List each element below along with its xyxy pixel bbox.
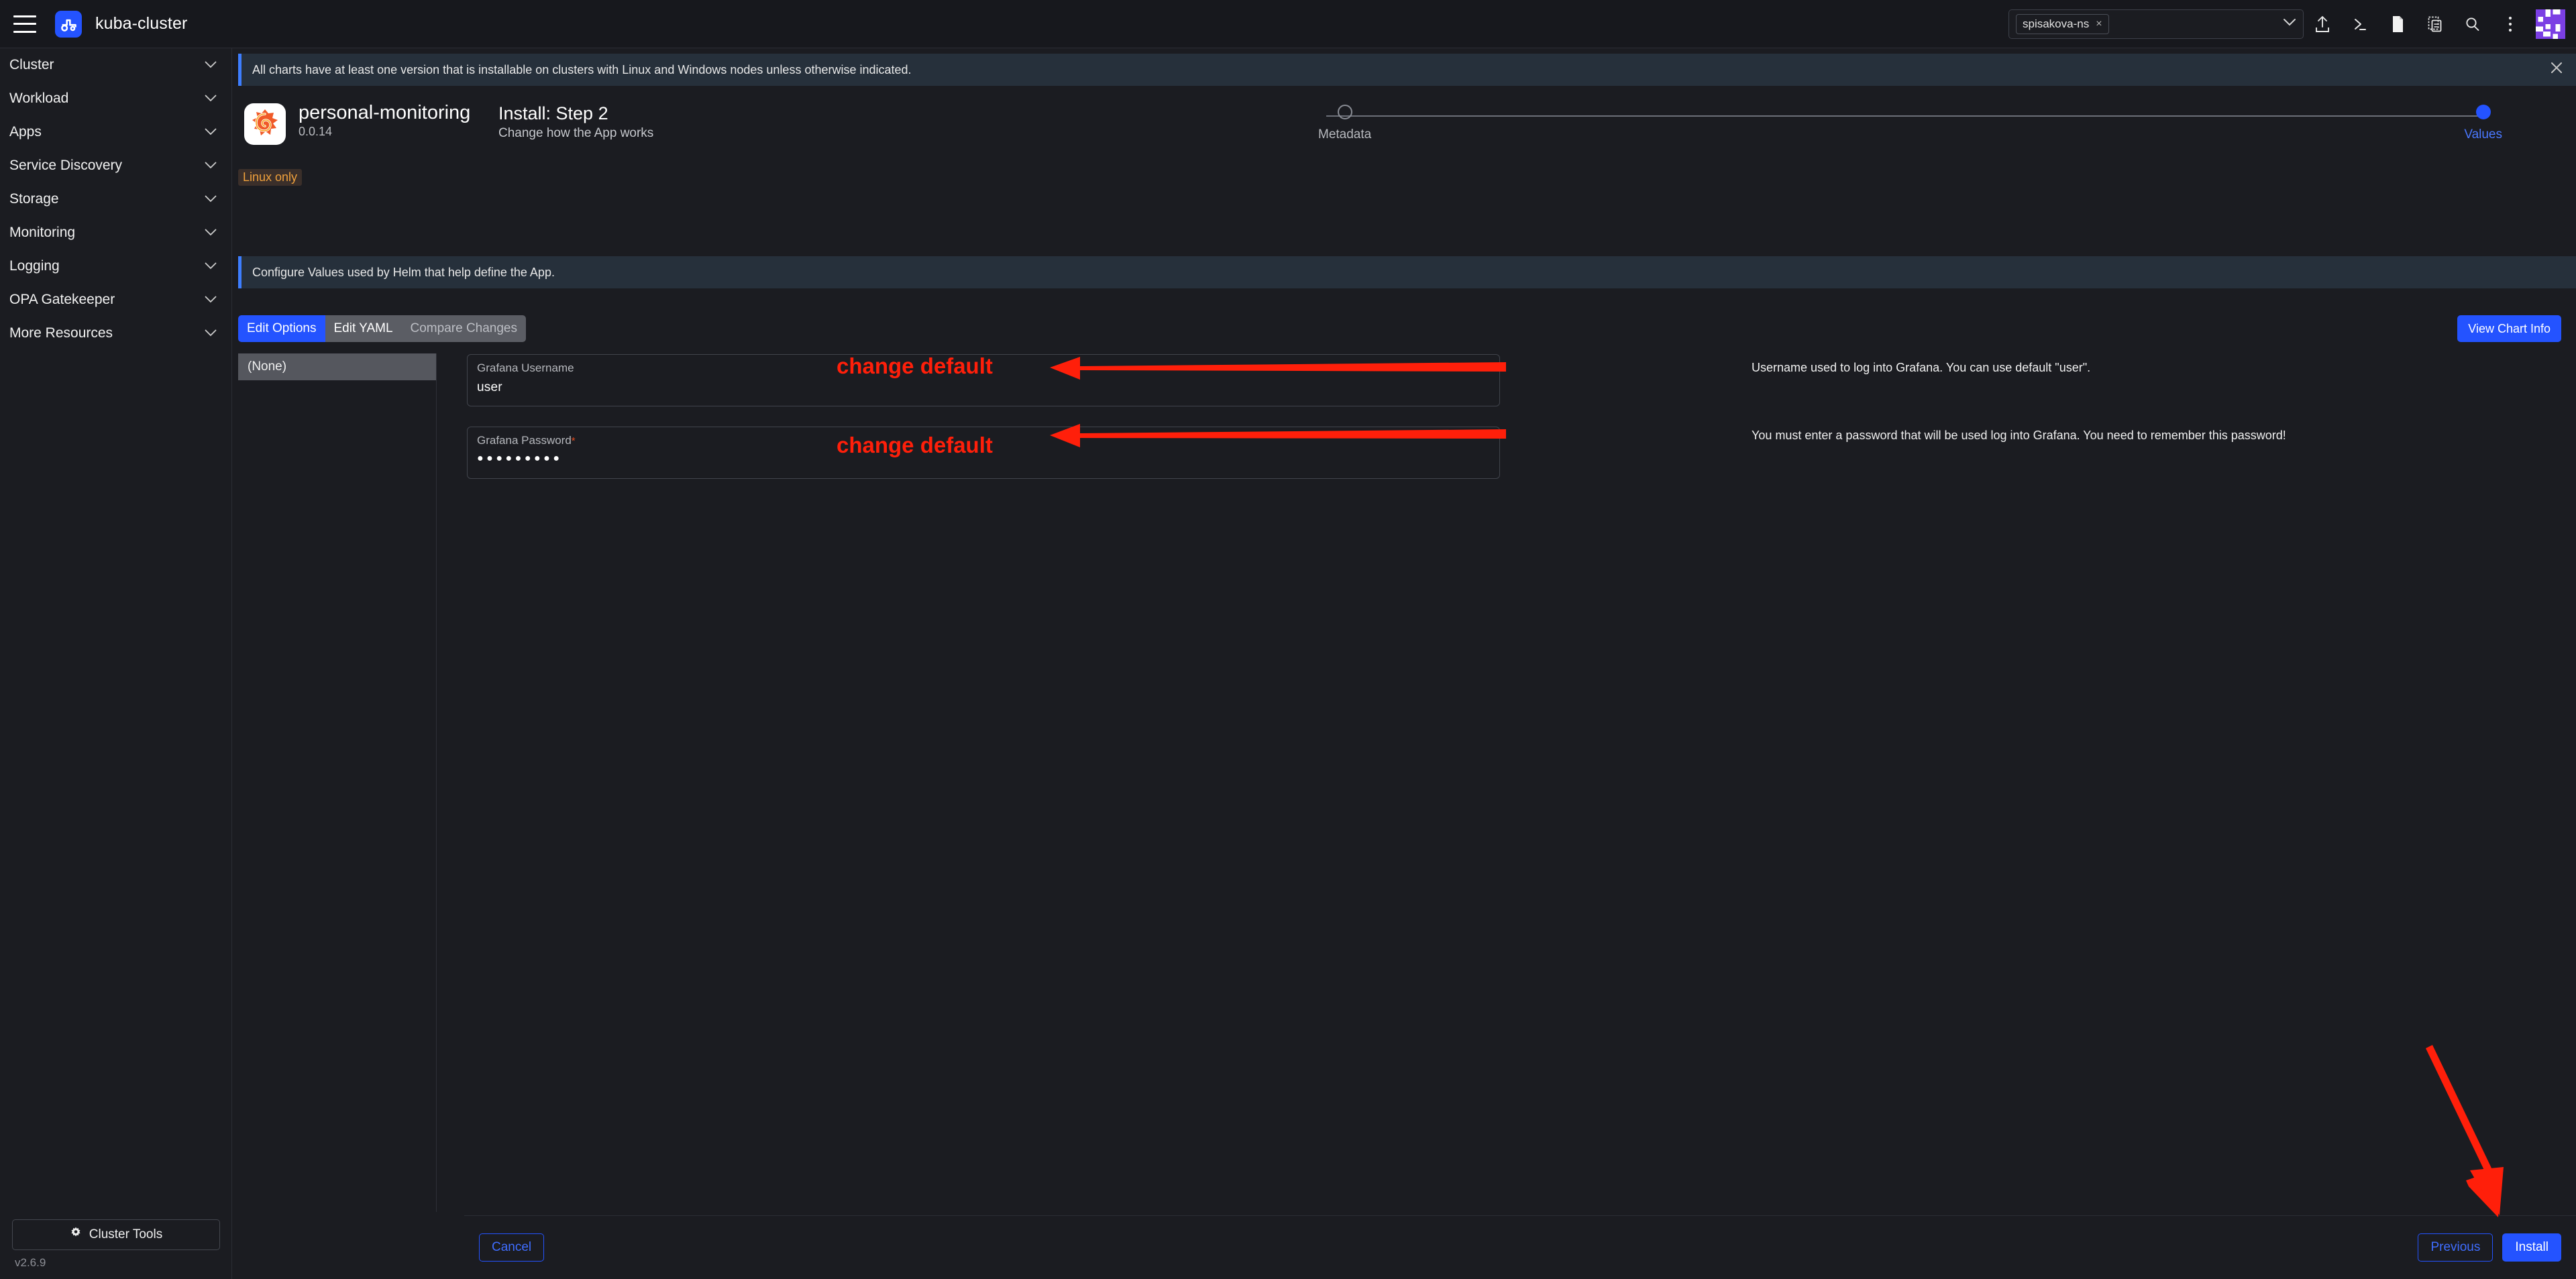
page-title: Install: Step 2: [498, 103, 653, 124]
linux-only-badge: Linux only: [238, 169, 302, 186]
grafana-logo-icon: [244, 103, 286, 145]
step-dot-icon: [2476, 105, 2491, 119]
chevron-down-icon: [205, 94, 217, 104]
chevron-down-icon: [205, 329, 217, 339]
field-label-text: Grafana Username: [477, 362, 574, 374]
grafana-username-field[interactable]: Grafana Username user: [467, 354, 1500, 406]
chart-version: 0.0.14: [299, 125, 470, 139]
footer-actions: Cancel Previous Install: [464, 1215, 2576, 1279]
sidebar-item-monitoring[interactable]: Monitoring: [0, 216, 231, 249]
values-nav-item-none[interactable]: (None): [238, 353, 436, 380]
step-values[interactable]: Values: [2464, 105, 2502, 142]
hamburger-menu-icon[interactable]: [13, 15, 36, 33]
gear-icon: [70, 1227, 82, 1243]
sidebar-item-apps[interactable]: Apps: [0, 115, 231, 149]
grafana-username-input[interactable]: user: [477, 380, 1490, 395]
sidebar-item-more-resources[interactable]: More Resources: [0, 317, 231, 350]
download-kubeconfig-icon[interactable]: [2379, 5, 2416, 43]
namespace-selector[interactable]: spisakova-ns ×: [2008, 9, 2304, 39]
sidebar-item-label: OPA Gatekeeper: [9, 292, 115, 308]
field-label: Grafana Password*: [477, 434, 1490, 447]
sidebar: Cluster Workload Apps Service Discovery …: [0, 48, 232, 1279]
sidebar-item-label: Storage: [9, 191, 59, 207]
sidebar-item-cluster[interactable]: Cluster: [0, 48, 231, 82]
tab-edit-options[interactable]: Edit Options: [238, 315, 325, 342]
main-content: All charts have at least one version tha…: [232, 48, 2576, 1279]
close-icon[interactable]: [2546, 62, 2567, 78]
step-label: Values: [2464, 127, 2502, 142]
sidebar-item-logging[interactable]: Logging: [0, 249, 231, 283]
cluster-name: kuba-cluster: [95, 14, 187, 34]
top-header: kuba-cluster spisakova-ns ×: [0, 0, 2576, 48]
chart-title-block: personal-monitoring 0.0.14: [299, 102, 470, 139]
cancel-button[interactable]: Cancel: [479, 1233, 544, 1262]
previous-button[interactable]: Previous: [2418, 1233, 2493, 1262]
chevron-down-icon: [205, 161, 217, 171]
header-toolbar: spisakova-ns ×: [2008, 5, 2576, 43]
chevron-down-icon: [205, 262, 217, 272]
tabs-row: Edit Options Edit YAML Compare Changes V…: [238, 315, 2561, 342]
chevron-down-icon: [205, 60, 217, 70]
sidebar-item-label: Apps: [9, 124, 42, 140]
install-button[interactable]: Install: [2502, 1233, 2561, 1262]
step-label: Metadata: [1318, 127, 1371, 142]
search-icon[interactable]: [2454, 5, 2491, 43]
cluster-tools-label: Cluster Tools: [89, 1227, 162, 1242]
sidebar-item-label: Cluster: [9, 57, 54, 73]
sidebar-item-label: More Resources: [9, 325, 113, 341]
tab-group: Edit Options Edit YAML Compare Changes: [238, 315, 526, 342]
info-banner: All charts have at least one version tha…: [238, 54, 2576, 86]
chevron-down-icon: [205, 127, 217, 137]
chevron-down-icon: [205, 228, 217, 238]
chevron-down-icon[interactable]: [2283, 18, 2296, 30]
sidebar-item-label: Logging: [9, 258, 60, 274]
form-fields: Grafana Username user Grafana Password* …: [467, 354, 1500, 499]
field-label-text: Grafana Password: [477, 434, 572, 447]
chart-name: personal-monitoring: [299, 102, 470, 124]
kebab-menu-icon[interactable]: [2491, 5, 2529, 43]
chevron-down-icon: [205, 194, 217, 205]
step-progress: Metadata Values: [1211, 105, 2549, 158]
grafana-password-help: You must enter a password that will be u…: [1752, 428, 2489, 443]
app-header: personal-monitoring 0.0.14 Install: Step…: [238, 101, 2576, 154]
page-subtitle: Change how the App works: [498, 126, 653, 141]
footer-right-actions: Previous Install: [2418, 1233, 2561, 1262]
step-connector-line: [1326, 115, 2482, 117]
avatar[interactable]: [2536, 9, 2565, 39]
step-dot-icon: [1338, 105, 1352, 119]
import-yaml-icon[interactable]: [2304, 5, 2341, 43]
values-nav-panel: (None): [238, 353, 437, 1212]
cluster-tools-section: Cluster Tools v2.6.9: [0, 1219, 232, 1279]
sidebar-item-storage[interactable]: Storage: [0, 182, 231, 216]
cluster-logo-icon[interactable]: [55, 11, 82, 38]
values-info-banner: Configure Values used by Helm that help …: [238, 256, 2576, 288]
field-label: Grafana Username: [477, 362, 1490, 375]
help-column: Username used to log into Grafana. You c…: [1752, 354, 2489, 444]
copy-kubeconfig-icon[interactable]: [2416, 5, 2454, 43]
view-chart-info-button[interactable]: View Chart Info: [2457, 315, 2561, 342]
chevron-down-icon: [205, 295, 217, 305]
close-icon[interactable]: ×: [2096, 18, 2102, 30]
sidebar-item-opa-gatekeeper[interactable]: OPA Gatekeeper: [0, 283, 231, 317]
kubectl-shell-icon[interactable]: [2341, 5, 2379, 43]
grafana-password-input[interactable]: ●●●●●●●●●: [477, 453, 1490, 465]
tab-compare-changes[interactable]: Compare Changes: [402, 315, 526, 342]
step-title-block: Install: Step 2 Change how the App works: [498, 103, 653, 141]
grafana-password-field[interactable]: Grafana Password* ●●●●●●●●●: [467, 427, 1500, 479]
sidebar-item-label: Service Discovery: [9, 158, 122, 174]
namespace-chip-label: spisakova-ns: [2023, 17, 2089, 31]
tab-edit-yaml[interactable]: Edit YAML: [325, 315, 402, 342]
namespace-chip[interactable]: spisakova-ns ×: [2016, 14, 2109, 34]
sidebar-item-service-discovery[interactable]: Service Discovery: [0, 149, 231, 182]
grafana-username-help: Username used to log into Grafana. You c…: [1752, 360, 2489, 376]
values-banner-text: Configure Values used by Helm that help …: [252, 266, 555, 280]
rancher-version: v2.6.9: [12, 1250, 220, 1274]
step-metadata[interactable]: Metadata: [1318, 105, 1371, 142]
sidebar-item-label: Workload: [9, 91, 68, 107]
cluster-tools-button[interactable]: Cluster Tools: [12, 1219, 220, 1250]
sidebar-item-label: Monitoring: [9, 225, 75, 241]
required-marker: *: [572, 435, 576, 447]
sidebar-item-workload[interactable]: Workload: [0, 82, 231, 115]
info-banner-text: All charts have at least one version tha…: [252, 63, 912, 77]
